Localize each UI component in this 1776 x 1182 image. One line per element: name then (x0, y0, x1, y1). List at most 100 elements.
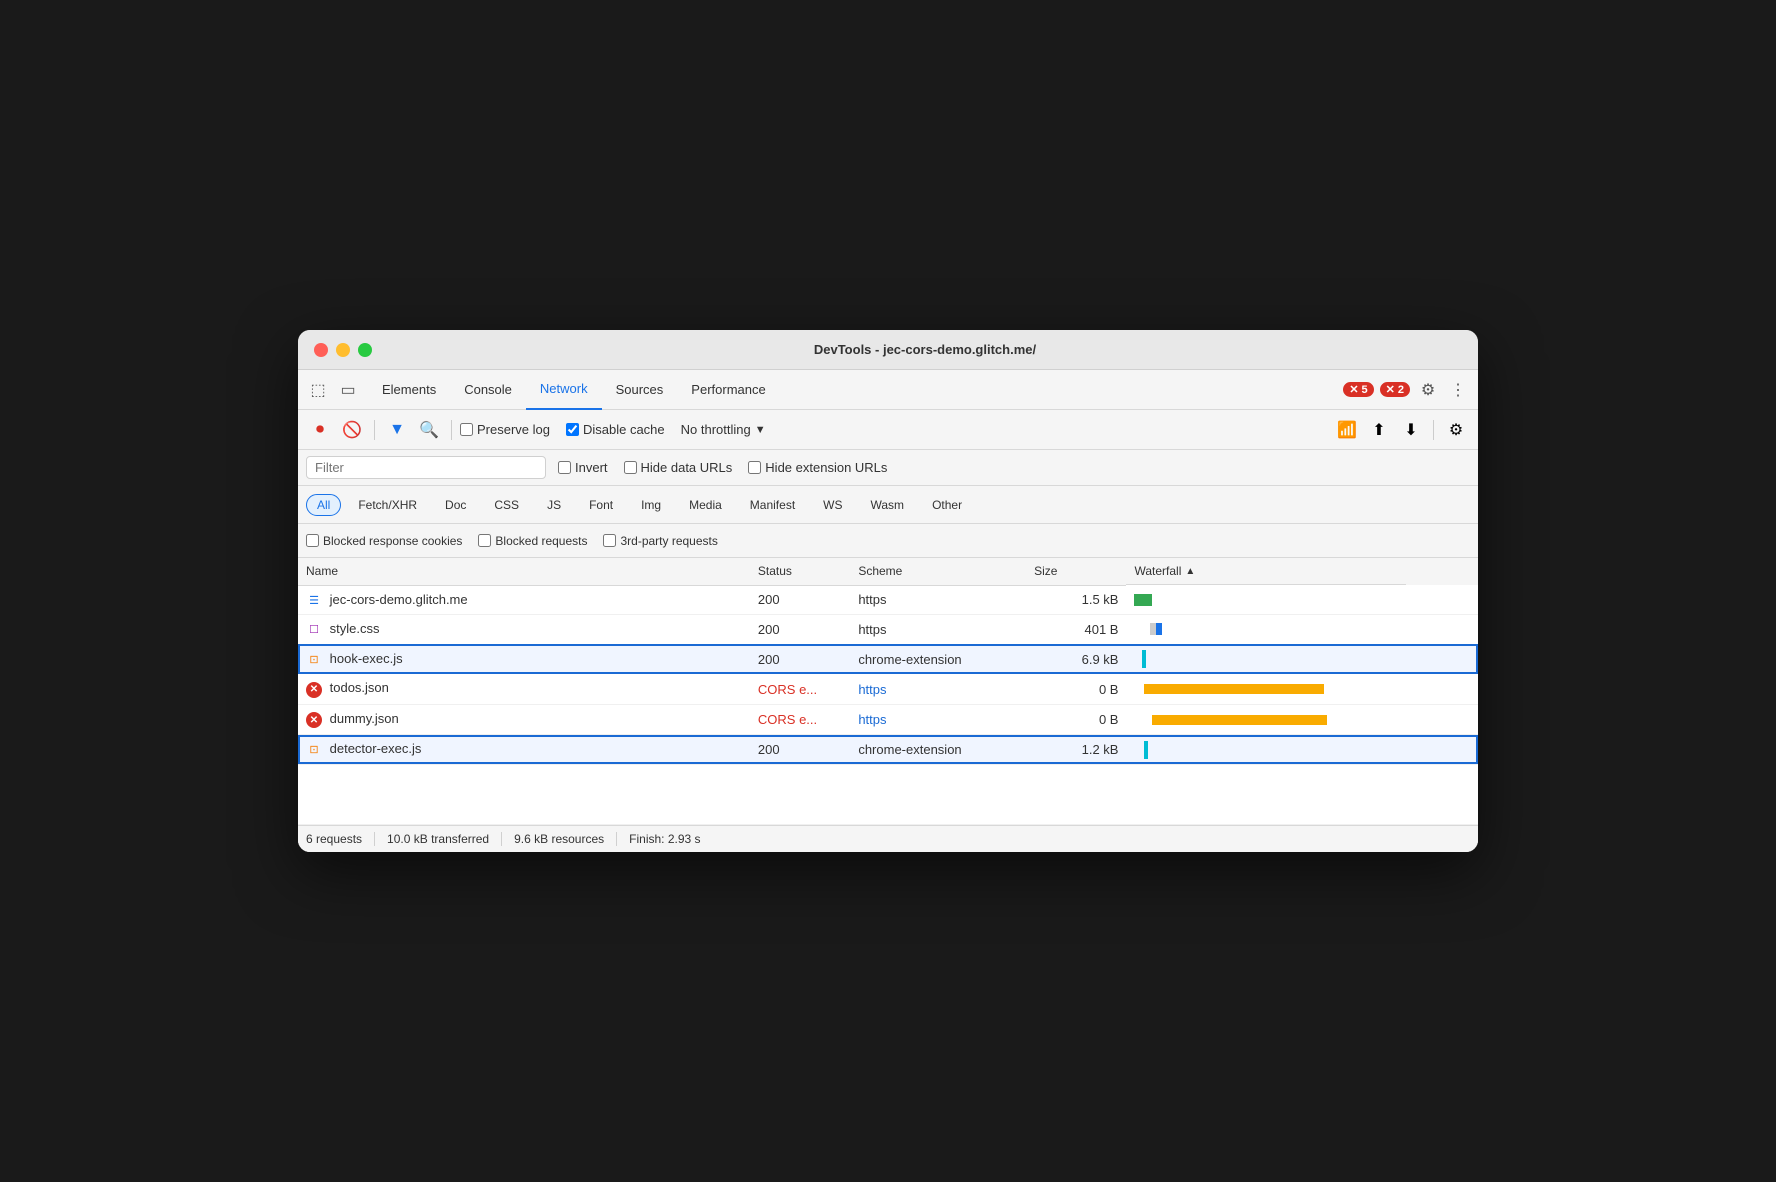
invert-checkbox[interactable] (558, 461, 571, 474)
minimize-button[interactable] (336, 343, 350, 357)
tabs-right: ✕ 5 ✕ 2 ⚙ ⋮ (1343, 378, 1470, 402)
row-status: CORS e... (750, 704, 850, 735)
row-size: 1.2 kB (1026, 735, 1126, 765)
type-btn-other[interactable]: Other (921, 494, 973, 516)
table-row[interactable]: ✕ todos.json CORS e... https 0 B (298, 674, 1478, 705)
hide-extension-urls-checkbox[interactable] (748, 461, 761, 474)
devtools-window: DevTools - jec-cors-demo.glitch.me/ ⬚ ▭ … (298, 330, 1478, 852)
filter-checks: Invert Hide data URLs Hide extension URL… (558, 460, 887, 475)
row-scheme: chrome-extension (850, 644, 1026, 674)
preserve-log-label[interactable]: Preserve log (460, 422, 550, 437)
error-badge-2[interactable]: ✕ 2 (1380, 382, 1410, 397)
hide-data-urls-checkbox[interactable] (624, 461, 637, 474)
js-icon: ⊡ (306, 651, 322, 667)
blocked-requests-checkbox[interactable] (478, 534, 491, 547)
third-party-requests-checkbox[interactable] (603, 534, 616, 547)
throttle-group: No throttling ▼ (681, 422, 766, 437)
type-btn-media[interactable]: Media (678, 494, 733, 516)
resources-size: 9.6 kB resources (502, 832, 617, 846)
table-row[interactable]: ☰ jec-cors-demo.glitch.me 200 https 1.5 … (298, 585, 1478, 615)
type-btn-img[interactable]: Img (630, 494, 672, 516)
error-badge-1[interactable]: ✕ 5 (1343, 382, 1373, 397)
traffic-lights (314, 343, 372, 357)
th-name[interactable]: Name (298, 558, 750, 585)
blocked-response-cookies-checkbox[interactable] (306, 534, 319, 547)
wifi-icon[interactable]: 📶 (1333, 416, 1361, 444)
tab-sources[interactable]: Sources (602, 370, 678, 410)
settings-icon[interactable]: ⚙ (1416, 378, 1440, 402)
filter-button[interactable]: ▼ (383, 416, 411, 444)
type-btn-css[interactable]: CSS (483, 494, 530, 516)
status-bar: 6 requests 10.0 kB transferred 9.6 kB re… (298, 825, 1478, 852)
blocked-row: Blocked response cookies Blocked request… (298, 524, 1478, 558)
clear-button[interactable]: 🚫 (338, 416, 366, 444)
type-filter-row: All Fetch/XHR Doc CSS JS Font Img Media … (298, 486, 1478, 524)
th-status[interactable]: Status (750, 558, 850, 585)
disable-cache-checkbox[interactable] (566, 423, 579, 436)
blocked-response-cookies-label[interactable]: Blocked response cookies (306, 534, 462, 548)
maximize-button[interactable] (358, 343, 372, 357)
type-btn-js[interactable]: JS (536, 494, 572, 516)
separator-3 (1433, 420, 1434, 440)
finish-time: Finish: 2.93 s (617, 832, 712, 846)
download-icon[interactable]: ⬇ (1397, 416, 1425, 444)
requests-count: 6 requests (306, 832, 375, 846)
network-settings-icon[interactable]: ⚙ (1442, 416, 1470, 444)
table-row[interactable]: ⊡ detector-exec.js 200 chrome-extension … (298, 735, 1478, 765)
type-btn-doc[interactable]: Doc (434, 494, 477, 516)
preserve-log-checkbox[interactable] (460, 423, 473, 436)
type-btn-wasm[interactable]: Wasm (860, 494, 916, 516)
row-name: ✕ dummy.json (298, 704, 750, 735)
tab-console[interactable]: Console (450, 370, 526, 410)
row-waterfall (1126, 585, 1478, 615)
filter-input[interactable] (306, 456, 546, 479)
table-row[interactable]: ⊡ hook-exec.js 200 chrome-extension 6.9 … (298, 644, 1478, 674)
row-waterfall (1126, 704, 1478, 735)
upload-icon[interactable]: ⬆ (1365, 416, 1393, 444)
invert-check-label[interactable]: Invert (558, 460, 608, 475)
hide-data-urls-label[interactable]: Hide data URLs (624, 460, 733, 475)
row-name: ⊡ detector-exec.js (298, 735, 750, 765)
window-title: DevTools - jec-cors-demo.glitch.me/ (388, 342, 1462, 357)
device-icon[interactable]: ▭ (336, 378, 360, 402)
type-btn-all[interactable]: All (306, 494, 341, 516)
titlebar: DevTools - jec-cors-demo.glitch.me/ (298, 330, 1478, 370)
row-status: 200 (750, 585, 850, 615)
blocked-requests-label[interactable]: Blocked requests (478, 534, 587, 548)
throttle-dropdown-icon[interactable]: ▼ (755, 424, 766, 436)
inspect-icon[interactable]: ⬚ (306, 378, 330, 402)
record-button[interactable]: ⏺ (306, 416, 334, 444)
tab-network[interactable]: Network (526, 370, 602, 410)
error-badge-icon: ✕ (306, 682, 322, 698)
toolbar-right: 📶 ⬆ ⬇ ⚙ (1333, 416, 1470, 444)
more-options-icon[interactable]: ⋮ (1446, 378, 1470, 402)
third-party-requests-label[interactable]: 3rd-party requests (603, 534, 717, 548)
row-size: 1.5 kB (1026, 585, 1126, 615)
th-size[interactable]: Size (1026, 558, 1126, 585)
tab-performance[interactable]: Performance (677, 370, 779, 410)
close-button[interactable] (314, 343, 328, 357)
row-waterfall (1126, 615, 1478, 645)
css-icon: ☐ (306, 622, 322, 638)
table-row[interactable]: ☐ style.css 200 https 401 B (298, 615, 1478, 645)
row-name: ☐ style.css (298, 615, 750, 645)
row-status: 200 (750, 615, 850, 645)
tab-elements[interactable]: Elements (368, 370, 450, 410)
type-btn-ws[interactable]: WS (812, 494, 853, 516)
th-scheme[interactable]: Scheme (850, 558, 1026, 585)
row-size: 401 B (1026, 615, 1126, 645)
transferred-size: 10.0 kB transferred (375, 832, 502, 846)
search-button[interactable]: 🔍 (415, 416, 443, 444)
tabs-icons: ⬚ ▭ (306, 378, 360, 402)
row-status: 200 (750, 644, 850, 674)
type-btn-font[interactable]: Font (578, 494, 624, 516)
type-btn-manifest[interactable]: Manifest (739, 494, 806, 516)
row-name: ☰ jec-cors-demo.glitch.me (298, 585, 750, 615)
table-row[interactable]: ✕ dummy.json CORS e... https 0 B (298, 704, 1478, 735)
type-btn-fetch-xhr[interactable]: Fetch/XHR (347, 494, 428, 516)
th-waterfall[interactable]: Waterfall ▲ (1126, 558, 1406, 585)
row-status: CORS e... (750, 674, 850, 705)
row-name: ⊡ hook-exec.js (298, 644, 750, 674)
disable-cache-label[interactable]: Disable cache (566, 422, 665, 437)
hide-extension-urls-label[interactable]: Hide extension URLs (748, 460, 887, 475)
